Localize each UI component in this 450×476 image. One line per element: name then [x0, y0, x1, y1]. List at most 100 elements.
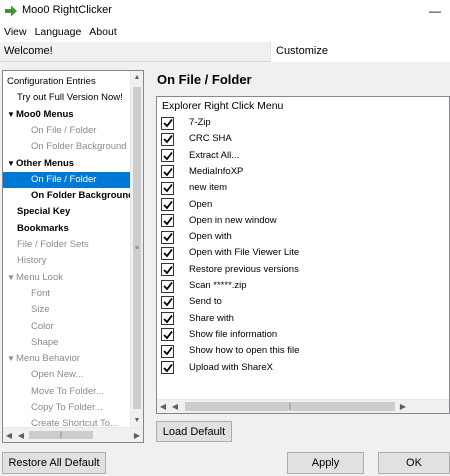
tree-item[interactable]: On Folder Background	[3, 139, 131, 155]
header-strip: Welcome! Customize	[0, 42, 450, 62]
list-item[interactable]: Show file information	[161, 327, 449, 343]
item-checkbox[interactable]	[161, 132, 174, 146]
tree-item[interactable]: Move To Folder...	[3, 384, 131, 400]
tree-item[interactable]: Bookmarks	[3, 221, 131, 237]
checkmark-icon	[162, 233, 173, 242]
tree-item-label: Color	[31, 320, 54, 332]
tree-item-label: Moo0 Menus	[16, 108, 74, 120]
scroll-left-arrow-icon[interactable]: ◀	[157, 400, 169, 413]
scroll-left-arrow-icon[interactable]: ◀	[15, 428, 27, 442]
item-checkbox[interactable]	[161, 263, 174, 277]
list-item[interactable]: MediaInfoXP	[161, 164, 449, 180]
tree-item-label: Copy To Folder...	[31, 402, 103, 413]
scroll-right-arrow-icon[interactable]: ▶	[131, 428, 143, 442]
item-checkbox[interactable]	[161, 344, 174, 358]
list-item-label: Show how to open this file	[189, 345, 300, 357]
list-item-label: new item	[189, 182, 228, 194]
list-item[interactable]: Open with	[161, 229, 449, 245]
checkmark-icon	[162, 281, 173, 291]
tree-item[interactable]: Configuration Entries	[3, 74, 131, 90]
tree-item[interactable]: Copy To Folder...	[3, 400, 131, 416]
tree-item[interactable]: Special Key	[3, 204, 131, 220]
expand-triangle-icon[interactable]: ▼	[7, 351, 16, 367]
tree-item[interactable]: On File / Folder	[3, 171, 131, 188]
list-horizontal-scrollbar[interactable]: ◀ ◀ | ▶	[157, 399, 449, 413]
list-item[interactable]: Send to	[161, 294, 449, 310]
item-checkbox[interactable]	[161, 361, 174, 374]
expand-triangle-icon[interactable]: ▼	[7, 107, 16, 123]
list-item[interactable]: Restore previous versions	[161, 262, 449, 278]
tree-item[interactable]: ▼Other Menus	[3, 156, 131, 172]
tree-item[interactable]: ▼Moo0 Menus	[3, 107, 131, 123]
scroll-left-arrow-icon[interactable]: ◀	[3, 428, 15, 442]
expand-triangle-icon[interactable]: ▼	[7, 156, 16, 172]
tree-item-label: Try out Full Version Now!	[17, 92, 123, 104]
page-title: On File / Folder	[157, 72, 252, 87]
item-checkbox[interactable]	[161, 328, 174, 342]
item-checkbox[interactable]	[161, 246, 174, 260]
tree-item[interactable]: Create Shortcut To...	[3, 416, 131, 427]
list-item-label: Open	[189, 198, 213, 210]
tree-item[interactable]: Shape	[3, 335, 131, 351]
customize-label: Customize	[276, 45, 328, 57]
tree-item[interactable]: Try out Full Version Now!	[3, 90, 131, 106]
tree-item[interactable]: ▼Menu Behavior	[3, 351, 131, 367]
tree-item[interactable]: File / Folder Sets	[3, 237, 131, 253]
tree-item[interactable]: Color	[3, 319, 131, 335]
scroll-left-arrow-icon[interactable]: ◀	[169, 400, 181, 413]
item-checkbox[interactable]	[161, 149, 174, 163]
tree-content: Configuration Entries Try out Full Versio…	[3, 71, 131, 427]
scroll-up-arrow-icon[interactable]: ▲	[131, 71, 143, 84]
list-item[interactable]: Show how to open this file	[161, 343, 449, 359]
tree-item[interactable]: On Folder Background	[3, 188, 131, 204]
expand-triangle-icon[interactable]: ▼	[7, 270, 16, 286]
item-checkbox[interactable]	[161, 279, 174, 293]
menu-view[interactable]: View	[0, 26, 31, 38]
list-item[interactable]: new item	[161, 180, 449, 196]
scroll-down-arrow-icon[interactable]: ▼	[131, 414, 143, 427]
tree-item[interactable]: On File / Folder	[3, 123, 131, 139]
list-item-label: Restore previous versions	[189, 263, 299, 275]
load-default-button[interactable]: Load Default	[156, 421, 232, 442]
list-item-label: Extract All...	[189, 149, 240, 161]
item-checkbox[interactable]	[161, 116, 174, 130]
list-item[interactable]: Upload with ShareX	[161, 360, 449, 376]
menu-language[interactable]: Language	[31, 26, 86, 38]
tree-hscroll-thumb[interactable]: |	[29, 431, 93, 439]
list-item[interactable]: CRC SHA	[161, 131, 449, 147]
settings-tree[interactable]: Configuration Entries Try out Full Versio…	[2, 70, 144, 443]
tree-scroll-thumb[interactable]: ≡	[133, 87, 141, 409]
tree-item-label: On Folder Background	[31, 141, 127, 153]
menu-about[interactable]: About	[85, 26, 120, 38]
tree-horizontal-scrollbar[interactable]: ◀ ◀ | ▶	[3, 427, 143, 442]
menu-items-list[interactable]: Explorer Right Click Menu 7-Zip CRC SHA Ex…	[156, 96, 450, 414]
scroll-right-arrow-icon[interactable]: ▶	[397, 400, 409, 413]
item-checkbox[interactable]	[161, 198, 174, 211]
item-checkbox[interactable]	[161, 312, 174, 326]
list-item[interactable]: Open with File Viewer Lite	[161, 245, 449, 261]
ok-button[interactable]: OK	[378, 452, 450, 474]
tree-item[interactable]: History	[3, 253, 131, 269]
tree-item[interactable]: Font	[3, 286, 131, 302]
item-checkbox[interactable]	[161, 230, 174, 244]
tree-item-label: Menu Look	[16, 271, 64, 283]
apply-button[interactable]: Apply	[287, 452, 364, 474]
minimize-button[interactable]: —	[420, 0, 450, 22]
tree-item[interactable]: Size	[3, 302, 131, 318]
item-checkbox[interactable]	[161, 214, 174, 228]
item-checkbox[interactable]	[161, 165, 174, 179]
list-item[interactable]: 7-Zip	[161, 115, 449, 131]
list-item[interactable]: Share with	[161, 311, 449, 327]
list-hscroll-thumb[interactable]: |	[185, 402, 395, 411]
list-item[interactable]: Extract All...	[161, 148, 449, 164]
list-item-label: Share with	[189, 312, 234, 324]
tree-item[interactable]: ▼Menu Look	[3, 270, 131, 286]
list-item[interactable]: Open in new window	[161, 213, 449, 229]
restore-all-default-button[interactable]: Restore All Default	[2, 452, 106, 474]
tree-item[interactable]: Open New...	[3, 367, 131, 383]
tree-vertical-scrollbar[interactable]: ▲ ≡ ▼	[130, 71, 143, 427]
item-checkbox[interactable]	[161, 295, 174, 309]
list-item[interactable]: Open	[161, 197, 449, 213]
item-checkbox[interactable]	[161, 181, 174, 195]
list-item[interactable]: Scan *****.zip	[161, 278, 449, 294]
